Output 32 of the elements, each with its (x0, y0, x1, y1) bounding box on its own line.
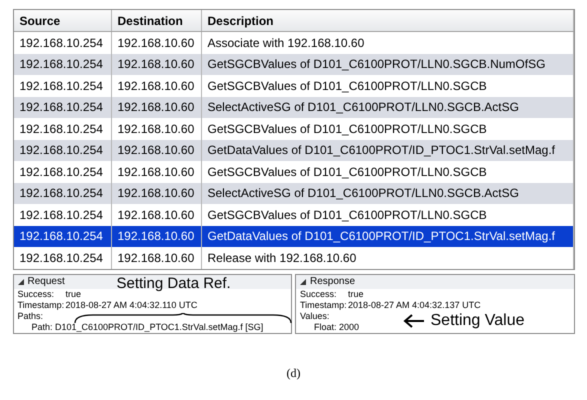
panel-title: Response (310, 275, 356, 289)
table-cell: 192.168.10.60 (112, 247, 202, 268)
field-value: Float: 2000 (314, 322, 360, 332)
field-value: true (348, 288, 364, 300)
field-label: Timestamp: (18, 300, 66, 310)
table-row[interactable]: 192.168.10.254 192.168.10.60 SelectActiveSG of D101_C6100PROT/LLN0.SGCB.ActSG (14, 182, 574, 204)
field-value: true (66, 288, 82, 300)
left-arrow-icon (402, 314, 424, 328)
table-cell: Release with 192.168.10.60 (202, 247, 574, 268)
field-label: Timestamp: (300, 300, 348, 310)
table-row[interactable]: 192.168.10.254 192.168.10.60 GetDataValues of D101_C6100PROT/ID_PTOC1.StrVal.setMag.f (14, 226, 574, 247)
field-label: Success: (300, 288, 338, 300)
field-label: Values: (300, 310, 330, 322)
field-value: 2018-08-27 AM 4:04:32.137 UTC (348, 300, 481, 310)
triangle-icon (300, 278, 306, 284)
field-value: 2018-08-27 AM 4:04:32.110 UTC (66, 300, 198, 310)
column-header[interactable]: Source (14, 10, 112, 31)
field-label: Paths: (18, 310, 44, 322)
annotation-label: Setting Data Ref. (116, 276, 231, 292)
table-row[interactable]: 192.168.10.254 192.168.10.60 SelectActiveSG of D101_C6100PROT/LLN0.SGCB.ActSG (14, 96, 574, 118)
panel-header[interactable]: Response (296, 274, 574, 288)
column-header[interactable]: Description (202, 10, 574, 31)
panel-title: Request (28, 275, 65, 289)
table-row[interactable]: 192.168.10.254 192.168.10.60 GetDataValues of D101_C6100PROT/ID_PTOC1.StrVal.setMag.f (14, 140, 574, 161)
table-cell: 192.168.10.254 (14, 247, 112, 268)
field-value: Path: D101_C6100PROT/ID_PTOC1.StrVal.setMag.f [SG] (32, 322, 264, 332)
figure-caption: (d) (286, 364, 300, 382)
triangle-icon (18, 278, 24, 284)
table-row[interactable]: 192.168.10.254 192.168.10.60 GetSGCBValues of D101_C6100PROT/LLN0.SGCB.NumOfSG (14, 54, 574, 75)
field-label: Success: (18, 288, 56, 300)
annotation-label: Setting Value (430, 312, 524, 330)
column-header[interactable]: Destination (112, 10, 202, 31)
